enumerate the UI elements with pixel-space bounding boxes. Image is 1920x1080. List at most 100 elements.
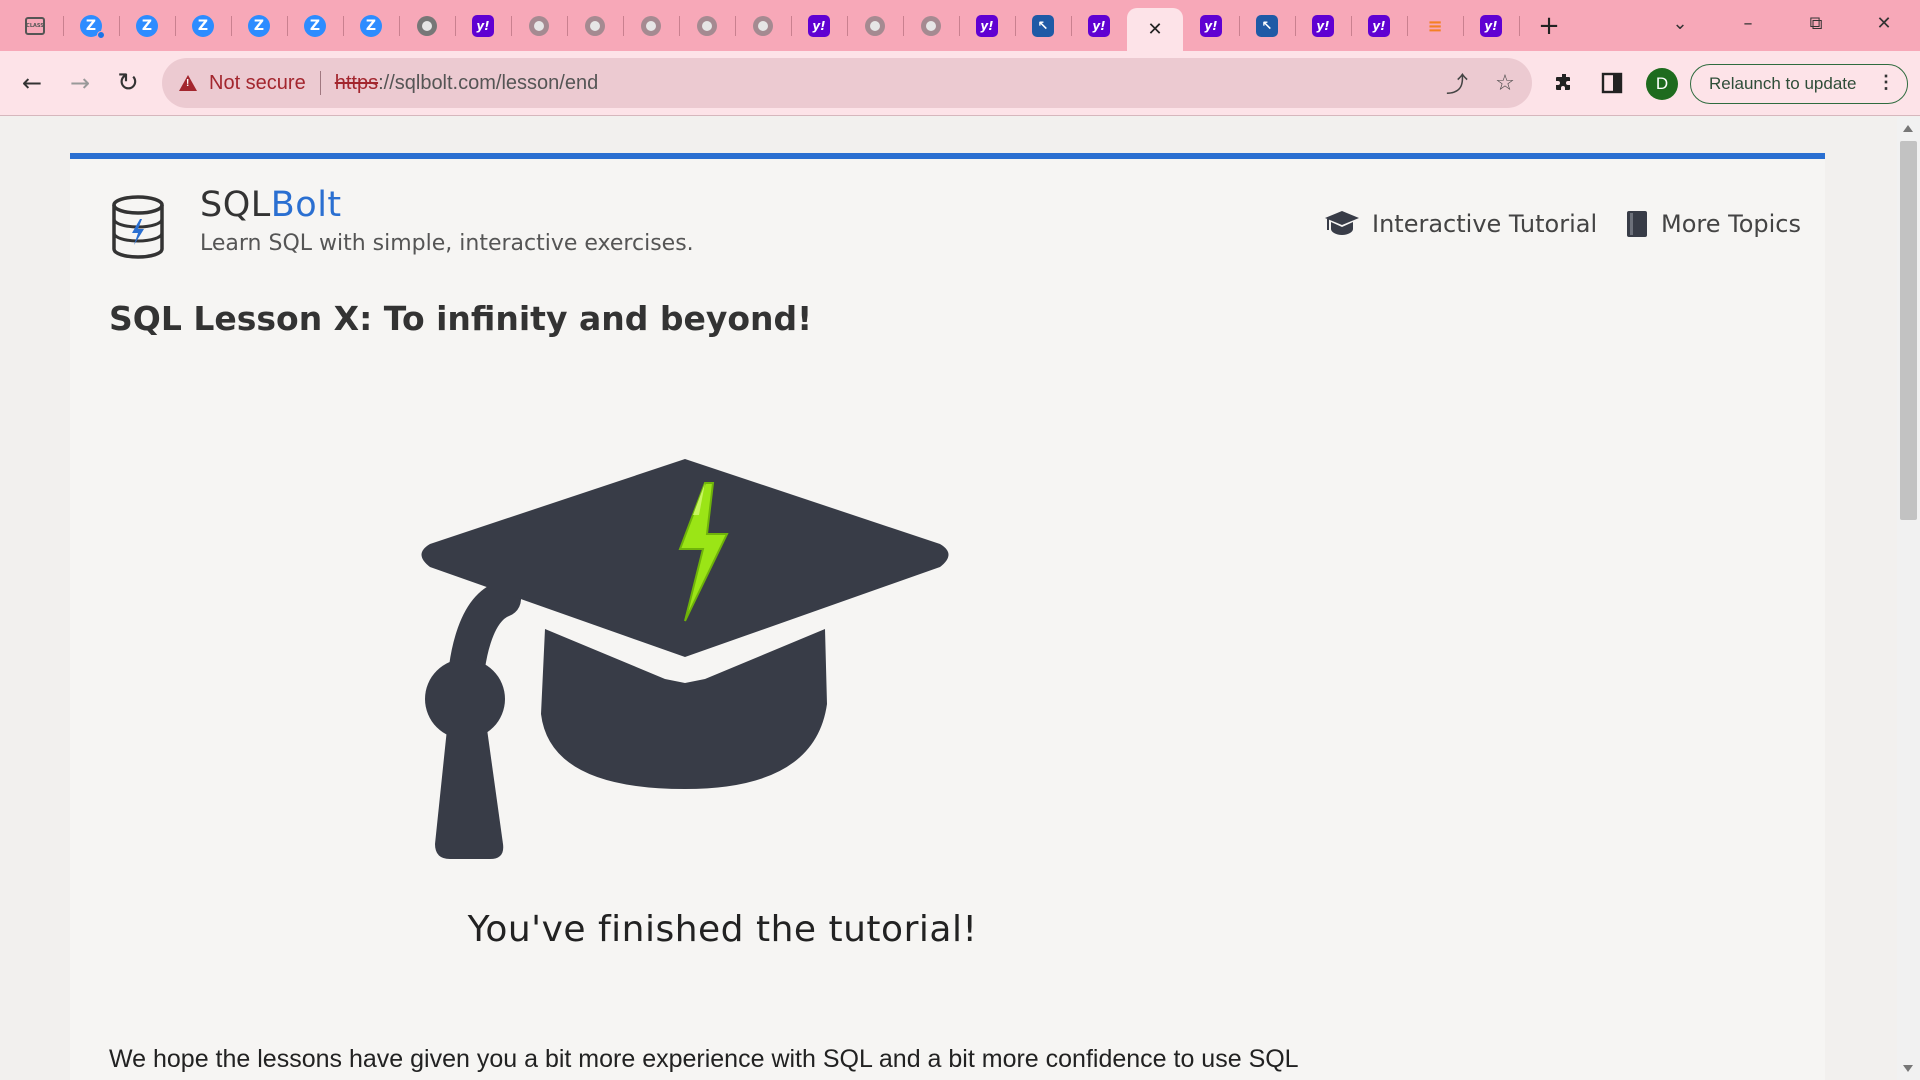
tab-separator	[567, 16, 568, 36]
scroll-down-arrow-icon[interactable]	[1903, 1065, 1913, 1072]
extensions-icon[interactable]	[1548, 67, 1580, 99]
globe-icon	[753, 16, 773, 36]
tab-separator	[287, 16, 288, 36]
scroll-up-arrow-icon[interactable]	[1903, 125, 1913, 132]
browser-tab[interactable]	[908, 8, 954, 44]
yahoo-icon: y!	[1480, 15, 1502, 37]
browser-tab[interactable]: CLASS	[12, 8, 58, 44]
browser-tab[interactable]: ↖	[1244, 8, 1290, 44]
nav-interactive-tutorial[interactable]: Interactive Tutorial	[1324, 209, 1597, 239]
yahoo-icon: y!	[1200, 15, 1222, 37]
browser-tab[interactable]: y!	[1076, 8, 1122, 44]
browser-tab[interactable]: Z	[292, 8, 338, 44]
browser-tab[interactable]: Z	[180, 8, 226, 44]
tab-separator	[847, 16, 848, 36]
stackoverflow-icon: ≡	[1427, 15, 1443, 37]
tab-separator	[455, 16, 456, 36]
site-tagline: Learn SQL with simple, interactive exerc…	[200, 231, 694, 256]
globe-icon	[921, 16, 941, 36]
globe-icon	[585, 16, 605, 36]
brand-accent: Bolt	[270, 185, 342, 225]
tab-separator	[679, 16, 680, 36]
browser-tab[interactable]: y!	[1188, 8, 1234, 44]
browser-tab[interactable]: y!	[460, 8, 506, 44]
scroll-thumb[interactable]	[1900, 141, 1917, 520]
graduation-cap-bolt-icon	[421, 459, 949, 859]
zoom-icon: Z	[304, 15, 326, 37]
browser-tab[interactable]: Z	[68, 8, 114, 44]
tab-active[interactable]: ✕	[1127, 8, 1183, 51]
browser-tab[interactable]: y!	[1300, 8, 1346, 44]
browser-tab[interactable]: Z	[236, 8, 282, 44]
bookmark-star-icon[interactable]: ☆	[1492, 70, 1518, 96]
page-scrollbar[interactable]	[1897, 117, 1920, 1080]
zoom-icon: Z	[360, 15, 382, 37]
back-button[interactable]: ←	[14, 65, 50, 101]
url-text[interactable]: https://sqlbolt.com/lesson/end	[335, 72, 598, 95]
yahoo-icon: y!	[1312, 15, 1334, 37]
relaunch-label: Relaunch to update	[1709, 74, 1857, 93]
graduation-cap-icon	[1325, 211, 1359, 235]
browser-tab[interactable]: y!	[1468, 8, 1514, 44]
browser-toolbar: ← → ↻ Not secure https://sqlbolt.com/les…	[0, 51, 1920, 116]
content-card: SQLBolt Learn SQL with simple, interacti…	[70, 153, 1825, 1080]
address-bar[interactable]: Not secure https://sqlbolt.com/lesson/en…	[162, 58, 1532, 108]
tab-separator	[735, 16, 736, 36]
url-path: ://sqlbolt.com/lesson/end	[378, 71, 599, 94]
tab-separator	[959, 16, 960, 36]
restore-button[interactable]: ⧉	[1788, 6, 1844, 40]
tab-separator	[1351, 16, 1352, 36]
browser-tab[interactable]	[572, 8, 618, 44]
browser-tab[interactable]: y!	[796, 8, 842, 44]
site-brand[interactable]: SQLBolt	[200, 185, 342, 225]
tab-separator	[511, 16, 512, 36]
browser-tab[interactable]	[628, 8, 674, 44]
new-tab-button[interactable]: +	[1532, 10, 1566, 42]
side-panel-icon[interactable]	[1596, 67, 1628, 99]
menu-kebab-icon[interactable]: ⋮	[1877, 72, 1895, 93]
finished-message: You've finished the tutorial!	[467, 909, 978, 950]
profile-avatar[interactable]: D	[1646, 68, 1678, 100]
cursor-icon: ↖	[1256, 15, 1278, 37]
globe-icon	[529, 16, 549, 36]
globe-icon	[697, 16, 717, 36]
classroom-icon: CLASS	[25, 17, 45, 35]
tab-search-button[interactable]: ⌄	[1652, 6, 1708, 40]
zoom-icon: Z	[136, 15, 158, 37]
close-icon[interactable]: ✕	[1147, 19, 1162, 40]
nav-label: Interactive Tutorial	[1372, 210, 1598, 238]
tab-separator	[1519, 16, 1520, 36]
browser-tab[interactable]	[740, 8, 786, 44]
browser-tab[interactable]: y!	[1356, 8, 1402, 44]
security-status[interactable]: Not secure	[209, 72, 306, 95]
browser-tab[interactable]: Z	[348, 8, 394, 44]
tab-separator	[343, 16, 344, 36]
relaunch-button[interactable]: Relaunch to update ⋮	[1690, 64, 1908, 104]
nav-label: More Topics	[1661, 210, 1801, 238]
reload-button[interactable]: ↻	[110, 65, 146, 101]
nav-more-topics[interactable]: More Topics	[1625, 209, 1801, 239]
share-icon[interactable]: ⤴	[1444, 70, 1470, 98]
url-scheme: https	[334, 71, 379, 94]
browser-tab[interactable]	[684, 8, 730, 44]
tab-separator	[175, 16, 176, 36]
browser-tab[interactable]	[404, 8, 450, 44]
tab-separator	[1463, 16, 1464, 36]
globe-icon	[417, 16, 437, 36]
browser-tab[interactable]	[516, 8, 562, 44]
zoom-icon: Z	[192, 15, 214, 37]
minimize-button[interactable]: –	[1720, 6, 1776, 40]
browser-tab[interactable]: Z	[124, 8, 170, 44]
zoom-icon: Z	[248, 15, 270, 37]
browser-tab[interactable]: y!	[964, 8, 1010, 44]
tab-separator	[1295, 16, 1296, 36]
browser-tab[interactable]	[852, 8, 898, 44]
tab-separator	[399, 16, 400, 36]
lesson-body-text: We hope the lessons have given you a bit…	[109, 1045, 1299, 1073]
browser-tab[interactable]: ↖	[1020, 8, 1066, 44]
forward-button[interactable]: →	[62, 65, 98, 101]
database-bolt-icon[interactable]	[110, 195, 166, 259]
window-close-button[interactable]: ✕	[1856, 6, 1912, 40]
browser-tab[interactable]: ≡	[1412, 8, 1458, 44]
zoom-icon: Z	[80, 15, 105, 39]
